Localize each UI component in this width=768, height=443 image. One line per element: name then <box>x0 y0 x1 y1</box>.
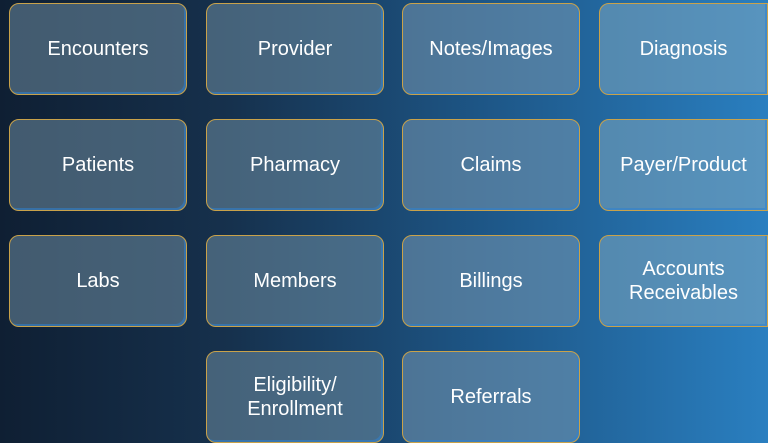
tile-provider[interactable]: Provider <box>206 3 384 95</box>
tile-diagnosis[interactable]: Diagnosis <box>599 3 768 95</box>
tile-billings[interactable]: Billings <box>402 235 580 327</box>
tile-patients[interactable]: Patients <box>9 119 187 211</box>
tile-members[interactable]: Members <box>206 235 384 327</box>
category-tile-grid: Encounters Provider Notes/Images Diagnos… <box>0 0 768 443</box>
tile-encounters[interactable]: Encounters <box>9 3 187 95</box>
tile-payer-product[interactable]: Payer/Product <box>599 119 768 211</box>
tile-eligibility-enrollment[interactable]: Eligibility/ Enrollment <box>206 351 384 443</box>
tile-notes-images[interactable]: Notes/Images <box>402 3 580 95</box>
tile-accounts-receivables[interactable]: Accounts Receivables <box>599 235 768 327</box>
tile-labs[interactable]: Labs <box>9 235 187 327</box>
tile-claims[interactable]: Claims <box>402 119 580 211</box>
tile-pharmacy[interactable]: Pharmacy <box>206 119 384 211</box>
tile-referrals[interactable]: Referrals <box>402 351 580 443</box>
